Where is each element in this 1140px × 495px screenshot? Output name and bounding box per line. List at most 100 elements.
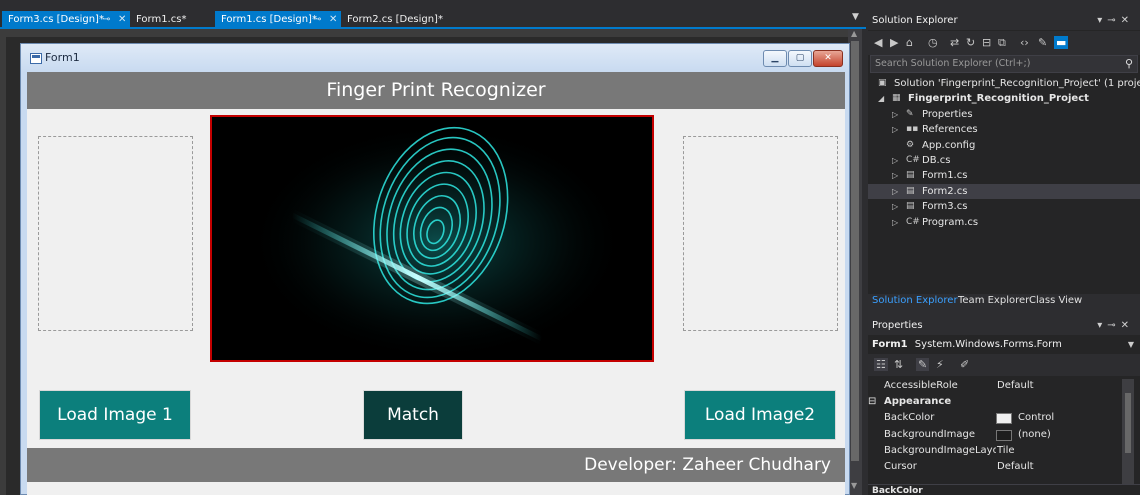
tree-item[interactable]: ◢ ▦ Fingerprint_Recognition_Project (868, 91, 1140, 106)
search-placeholder: Search Solution Explorer (Ctrl+;) (875, 58, 1031, 69)
close-icon[interactable]: ✕ (329, 11, 337, 28)
collapsed-arrow-icon[interactable]: ▷ (892, 122, 898, 137)
collapsed-arrow-icon[interactable]: ▷ (892, 107, 898, 122)
events-icon[interactable]: ⚡ (936, 358, 944, 371)
properties-icon[interactable]: ✎ (1038, 36, 1047, 49)
form-title-bar[interactable]: Form1 ▁ ▢ ✕ (21, 44, 849, 72)
property-name: Appearance (884, 396, 952, 408)
search-icon[interactable]: ⚲ (1125, 56, 1133, 72)
property-row[interactable]: BackgroundImage (none) (868, 427, 1124, 443)
form-icon: ▤ (906, 170, 915, 181)
collapsed-arrow-icon[interactable]: ▷ (892, 215, 898, 230)
collapsed-arrow-icon[interactable]: ▷ (892, 184, 898, 199)
tab-form2-design[interactable]: Form2.cs [Design]* (341, 11, 451, 28)
tree-item[interactable]: ▣ Solution 'Fingerprint_Recognition_Proje… (868, 76, 1140, 91)
collapsed-arrow-icon[interactable]: ▷ (892, 153, 898, 168)
pin-icon[interactable]: ⊸ (102, 11, 110, 28)
color-swatch (996, 413, 1012, 425)
load-image-2-button[interactable]: Load Image2 (684, 390, 836, 440)
view-code-icon[interactable]: ‹› (1020, 36, 1029, 49)
collapsed-arrow-icon[interactable]: ▷ (892, 168, 898, 183)
tab-solution-explorer[interactable]: Solution Explorer (872, 295, 958, 306)
forward-icon[interactable]: ▶ (890, 36, 898, 49)
panel-controls[interactable]: ▾⊸✕ (1097, 317, 1134, 335)
tree-item[interactable]: ⚙ App.config (868, 138, 1140, 153)
tab-form1-design[interactable]: Form1.cs [Design]* ⊸ ✕ (215, 11, 341, 28)
tab-dropdown-icon[interactable]: ▼ (852, 12, 859, 22)
picturebox-left[interactable] (38, 136, 193, 331)
collapse-icon[interactable]: ⊟ (868, 396, 876, 407)
back-icon[interactable]: ◀ (874, 36, 882, 49)
scrollbar-thumb[interactable] (851, 41, 859, 461)
csharp-file-icon: C# (906, 155, 920, 165)
scroll-up-icon[interactable]: ▲ (851, 29, 857, 38)
tree-item[interactable]: ▷ ✎ Properties (868, 107, 1140, 122)
property-value[interactable]: Tile (997, 443, 1015, 459)
solution-explorer-toolbar: ◀ ▶ ⌂ ◷ ⇄ ↻ ⊟ ⧉ ‹› ✎ ▬ (868, 31, 1140, 55)
tree-item[interactable]: ▷ ▤ Form2.cs (868, 183, 1140, 199)
tree-item[interactable]: ▷ ▪▪ References (868, 122, 1140, 137)
collapse-all-icon[interactable]: ⊟ (982, 36, 991, 49)
maximize-button[interactable]: ▢ (788, 50, 812, 67)
tree-item-label: Form3.cs (922, 201, 968, 213)
form-title: Form1 (45, 51, 80, 64)
tree-item[interactable]: ▷ ▤ Form3.cs (868, 199, 1140, 214)
tab-form1-cs[interactable]: Form1.cs* (130, 11, 215, 28)
tree-item[interactable]: ▷ ▤ Form1.cs (868, 168, 1140, 183)
load-image-1-button[interactable]: Load Image 1 (39, 390, 191, 440)
solution-bottom-tabs: Solution Explorer Team Explorer Class Vi… (868, 294, 1140, 310)
close-icon[interactable]: ✕ (118, 11, 126, 28)
property-row[interactable]: BackgroundImageLayoutTile (868, 443, 1124, 459)
alphabetical-icon[interactable]: ⇅ (894, 358, 903, 371)
scroll-down-icon[interactable]: ▼ (851, 481, 857, 490)
pin-icon[interactable]: ⊸ (313, 11, 321, 28)
tree-item[interactable]: ▷ C# Program.cs (868, 215, 1140, 230)
header-label: Finger Print Recognizer (27, 72, 845, 109)
solution-icon: ▣ (878, 78, 887, 88)
property-pages-icon[interactable]: ✐ (960, 358, 969, 371)
property-value[interactable]: Control (1018, 410, 1054, 426)
tree-item-label: References (922, 124, 978, 136)
solution-search-input[interactable]: Search Solution Explorer (Ctrl+;) ⚲ (870, 55, 1138, 73)
pending-changes-icon[interactable]: ⇄ (950, 36, 959, 49)
property-value[interactable]: Default (997, 459, 1034, 475)
home-icon[interactable]: ⌂ (906, 36, 913, 49)
tree-item[interactable]: ▷ C# DB.cs (868, 153, 1140, 168)
form-icon (30, 53, 42, 64)
show-all-files-icon[interactable]: ⧉ (998, 36, 1006, 50)
property-category[interactable]: ⊟ Appearance (868, 394, 1124, 410)
picturebox-fingerprint[interactable] (210, 115, 654, 362)
minimize-button[interactable]: ▁ (763, 50, 787, 67)
picturebox-right[interactable] (683, 136, 838, 331)
properties-toolbar: ☷ ⇅ ✎ ⚡ ✐ (868, 354, 1140, 376)
property-name: AccessibleRole (884, 380, 958, 391)
refresh-icon[interactable]: ↻ (966, 36, 975, 49)
solution-explorer-title: Solution Explorer (872, 15, 958, 26)
categorized-icon[interactable]: ☷ (874, 358, 888, 371)
properties-view-icon[interactable]: ✎ (916, 358, 930, 371)
property-row[interactable]: AccessibleRole Default (868, 378, 1124, 394)
csharp-file-icon: C# (906, 216, 920, 227)
preview-icon[interactable]: ▬ (1054, 36, 1069, 49)
panel-controls[interactable]: ▾⊸✕ (1097, 12, 1134, 30)
tab-class-view[interactable]: Class View (1029, 295, 1082, 306)
close-button[interactable]: ✕ (813, 50, 843, 67)
panel-title: Properties ▾⊸✕ (868, 317, 1140, 335)
property-value[interactable]: (none) (1018, 427, 1051, 443)
chevron-down-icon[interactable]: ▼ (1128, 336, 1134, 353)
sync-icon[interactable]: ◷ (928, 36, 938, 49)
panel-title: Solution Explorer ▾⊸✕ (868, 12, 1140, 30)
collapsed-arrow-icon[interactable]: ▷ (892, 199, 898, 214)
property-row[interactable]: Cursor Default (868, 459, 1124, 475)
match-button[interactable]: Match (363, 390, 463, 440)
scrollbar-thumb[interactable] (1125, 393, 1131, 453)
properties-scrollbar[interactable] (1122, 379, 1134, 485)
tab-team-explorer[interactable]: Team Explorer (958, 295, 1029, 306)
properties-object-selector[interactable]: Form1 System.Windows.Forms.Form ▼ (868, 336, 1140, 353)
property-value[interactable]: Default (997, 378, 1034, 394)
property-row[interactable]: BackColor Control (868, 410, 1124, 426)
expanded-arrow-icon[interactable]: ◢ (878, 91, 884, 106)
tab-form3-design[interactable]: Form3.cs [Design]* ⊸ ✕ (2, 11, 130, 28)
winform-window[interactable]: Form1 ▁ ▢ ✕ Finger Print Recognizer Load… (20, 43, 850, 495)
designer-vertical-scrollbar[interactable]: ▲ ▼ (848, 29, 862, 495)
